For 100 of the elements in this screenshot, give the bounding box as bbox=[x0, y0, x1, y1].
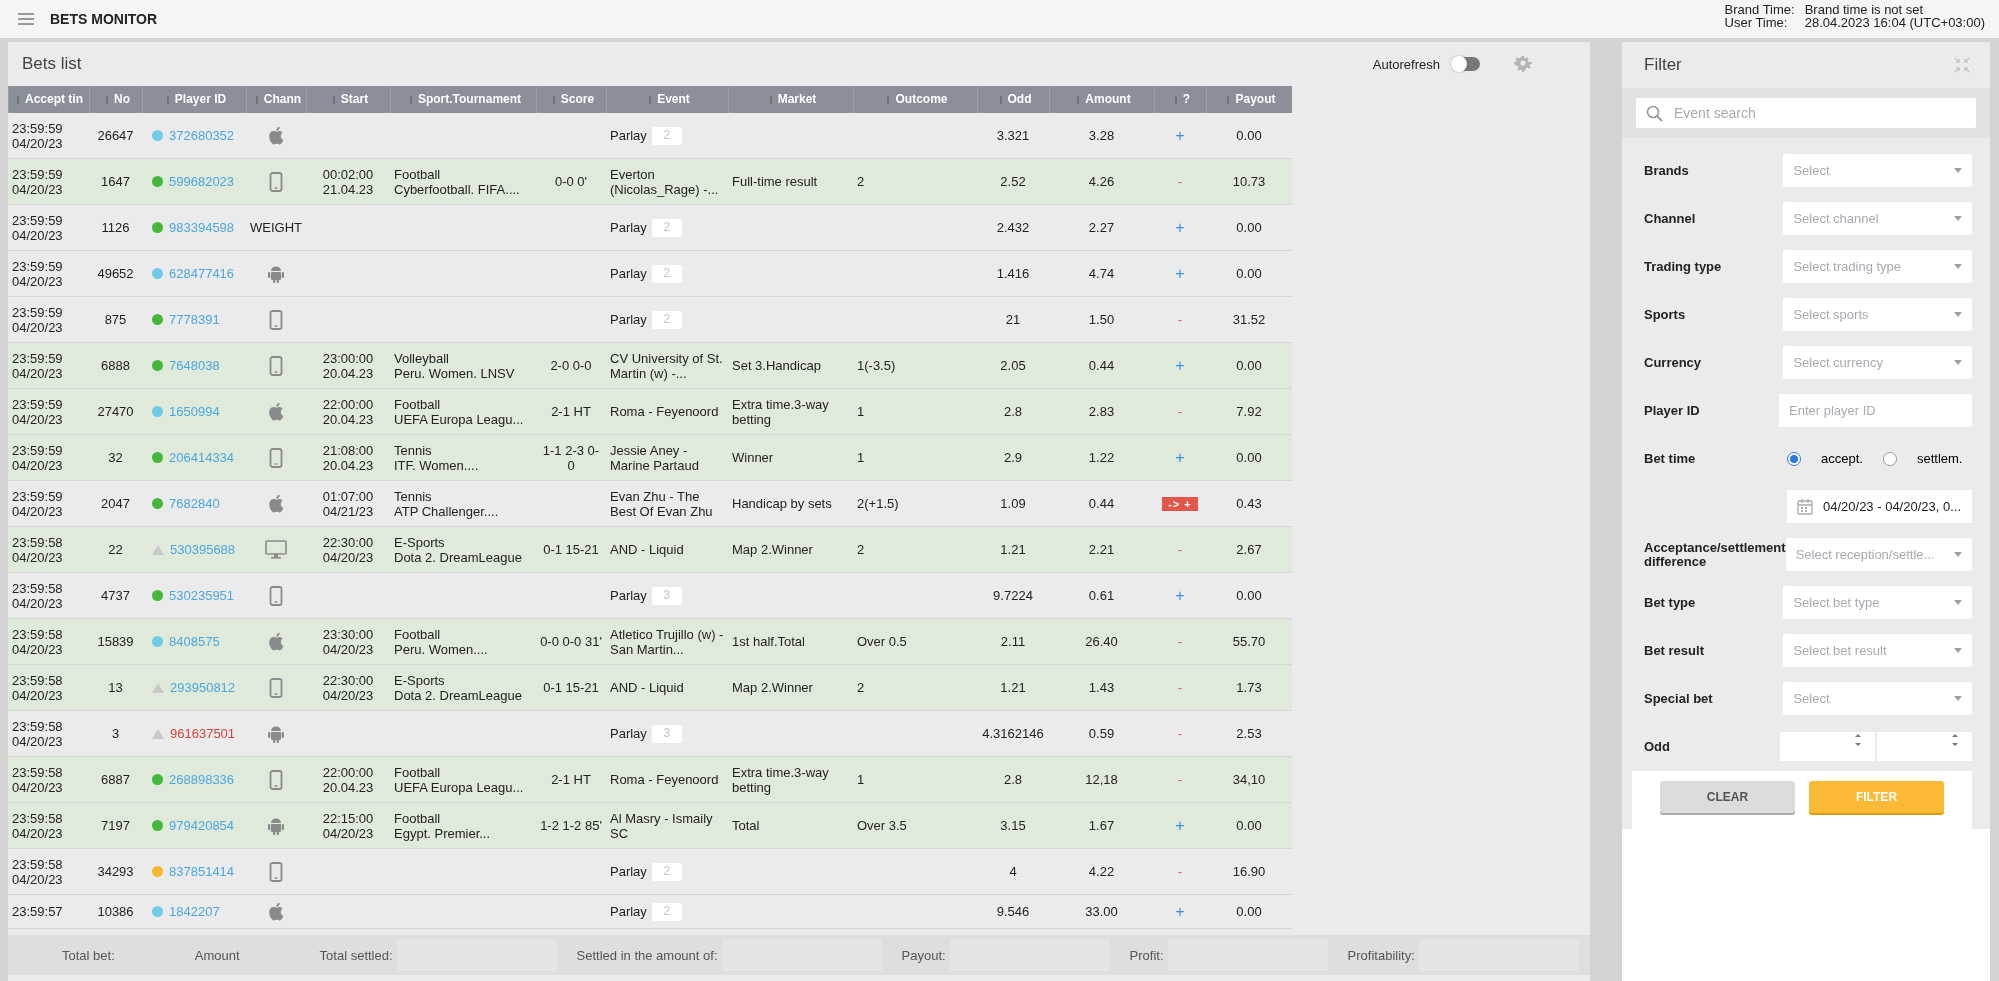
win-result-mark: + bbox=[1175, 902, 1185, 921]
outcome-cell-text: 1(-3.5) bbox=[856, 358, 897, 373]
event-cell: Roma - Feyenoord bbox=[610, 404, 719, 419]
event-cell: Parlay bbox=[610, 904, 647, 919]
field-label: Bet time bbox=[1644, 451, 1697, 466]
summary-label: Payout: bbox=[901, 947, 946, 963]
player-id-link[interactable]: 961637501 bbox=[170, 726, 236, 741]
event-cell: Parlay bbox=[610, 312, 647, 327]
select-dropdown[interactable]: Select bbox=[1783, 154, 1972, 187]
smartphone-icon bbox=[269, 447, 283, 468]
radio-option[interactable]: settlem. bbox=[1882, 451, 1963, 466]
win-result-mark: + bbox=[1175, 126, 1185, 145]
market-cell-text: Map 2.Winner bbox=[731, 542, 814, 557]
payout-cell-text: 0.00 bbox=[1235, 358, 1263, 373]
bet-number-cell-text: 26647 bbox=[96, 128, 135, 143]
player-id-link[interactable]: 7778391 bbox=[169, 312, 220, 327]
accept-time-cell-text: 23:59:58 04/20/23 bbox=[11, 626, 64, 657]
player-id-link[interactable]: 268898336 bbox=[169, 772, 235, 787]
market-cell-text: Extra time.3-way betting bbox=[731, 396, 830, 427]
payout-cell-text: 31.52 bbox=[1231, 312, 1267, 327]
player-id-link[interactable]: 8408575 bbox=[169, 634, 220, 649]
search-field[interactable]: Event search bbox=[1636, 98, 1976, 128]
accept-time-cell-text: 23:59:59 04/20/23 bbox=[11, 258, 64, 289]
payout-cell-text: 10.73 bbox=[1231, 174, 1267, 189]
caret-icon bbox=[1954, 312, 1962, 317]
collapse-icon[interactable] bbox=[1954, 57, 1970, 73]
player-id-link[interactable]: 599682023 bbox=[169, 174, 235, 189]
status-triangle-icon bbox=[152, 728, 164, 739]
sport-tournament-cell-text: Football UEFA Europa Leagu... bbox=[393, 764, 525, 795]
menu-icon[interactable] bbox=[18, 13, 34, 25]
odd-cell-text: 2.9 bbox=[1002, 450, 1024, 465]
apple-icon bbox=[267, 494, 285, 513]
select-dropdown[interactable]: Select trading type bbox=[1783, 250, 1972, 283]
player-id-link[interactable]: 628477416 bbox=[169, 266, 235, 281]
player-id-link[interactable]: 1842207 bbox=[169, 904, 220, 919]
select-dropdown[interactable]: Select channel bbox=[1783, 202, 1972, 235]
select-dropdown[interactable]: Select reception/settle... bbox=[1785, 538, 1972, 571]
parlay-count: 2 bbox=[651, 126, 682, 145]
radio-option[interactable]: accept. bbox=[1787, 451, 1863, 466]
start-time-cell-text: 22:30:00 04/20/23 bbox=[321, 672, 375, 703]
select-dropdown[interactable]: Select currency bbox=[1783, 346, 1972, 379]
odd-cell-text: 2.8 bbox=[1002, 772, 1024, 787]
event-cell-text: Everton (Nicolas_Rage) -... bbox=[610, 166, 720, 197]
player-id-link[interactable]: 293950812 bbox=[170, 680, 236, 695]
changed-result-badge: -> + bbox=[1162, 496, 1198, 511]
bet-number-cell-text: 22 bbox=[107, 542, 124, 557]
filter-button[interactable]: FILTER bbox=[1809, 781, 1944, 813]
payout-cell-text: 0.00 bbox=[1235, 220, 1263, 235]
player-id-link[interactable]: 372680352 bbox=[169, 128, 235, 143]
player-id-link[interactable]: 983394598 bbox=[169, 220, 235, 235]
odd-cell-text: 9.546 bbox=[995, 904, 1031, 919]
summary-label: Amount bbox=[194, 947, 240, 963]
payout-cell-text: 0.00 bbox=[1235, 588, 1263, 603]
clear-button[interactable]: CLEAR bbox=[1660, 781, 1795, 813]
field-label: Channel bbox=[1644, 211, 1697, 226]
player-id-link[interactable]: 530395688 bbox=[170, 542, 236, 557]
player-id-link[interactable]: 979420854 bbox=[169, 818, 235, 833]
amount-cell-text: 4.74 bbox=[1087, 266, 1116, 281]
win-result-mark: + bbox=[1175, 264, 1185, 283]
spinner-arrows-icon[interactable] bbox=[1854, 732, 1862, 748]
user-time-label: User Time: bbox=[1724, 16, 1789, 29]
sport-tournament-cell-text: Volleyball Peru. Women. LNSV bbox=[393, 350, 516, 381]
select-dropdown[interactable]: Select bbox=[1783, 682, 1972, 715]
outcome-cell-text: 2 bbox=[856, 680, 866, 695]
event-cell: AND - Liquid bbox=[610, 542, 684, 557]
market-cell-text: 1st half.Total bbox=[731, 634, 806, 649]
player-id-link[interactable]: 1650994 bbox=[169, 404, 220, 419]
market-cell-text: Total bbox=[731, 818, 761, 833]
amount-cell-text: 2.83 bbox=[1087, 404, 1116, 419]
select-dropdown[interactable]: Select bet type bbox=[1783, 586, 1972, 619]
score-cell-text: 0-1 15-21 bbox=[542, 542, 600, 557]
panel-title: Filter bbox=[1644, 55, 1682, 75]
select-dropdown[interactable]: Select sports bbox=[1783, 298, 1972, 331]
player-id-link[interactable]: 7682840 bbox=[169, 496, 220, 511]
market-cell-text: Extra time.3-way betting bbox=[731, 764, 830, 795]
market-cell-text: Handicap by sets bbox=[731, 496, 833, 511]
player-id-link[interactable]: 530235951 bbox=[169, 588, 235, 603]
date-range-field[interactable]: 04/20/23 - 04/20/23, 0... bbox=[1787, 490, 1972, 523]
bet-number-cell-text: 1647 bbox=[100, 174, 131, 189]
summary-label: Profit: bbox=[1129, 947, 1164, 963]
smartphone-icon bbox=[269, 769, 283, 790]
player-id-link[interactable]: 837851414 bbox=[169, 864, 235, 879]
score-cell-text: 2-0 0-0 bbox=[549, 358, 593, 373]
player-id-link[interactable]: 206414334 bbox=[169, 450, 235, 465]
select-dropdown[interactable]: Select bet result bbox=[1783, 634, 1972, 667]
settings-icon[interactable] bbox=[1514, 55, 1532, 73]
field-label: Sports bbox=[1644, 307, 1687, 322]
bet-number-cell-text: 32 bbox=[107, 450, 124, 465]
spinner-arrows-icon[interactable] bbox=[1951, 732, 1959, 748]
loss-result-mark: - bbox=[1177, 634, 1183, 649]
caret-icon bbox=[1954, 216, 1962, 221]
payout-cell-text: 2.53 bbox=[1235, 726, 1263, 741]
loss-result-mark: - bbox=[1177, 404, 1183, 419]
autorefresh-toggle[interactable] bbox=[1452, 57, 1480, 71]
input-field[interactable]: Enter player ID bbox=[1779, 394, 1972, 427]
player-id-link[interactable]: 7648038 bbox=[169, 358, 220, 373]
market-cell-text: Map 2.Winner bbox=[731, 680, 814, 695]
smartphone-icon bbox=[269, 355, 283, 376]
smartphone-icon bbox=[269, 585, 283, 606]
score-cell-text: 2-1 HT bbox=[550, 772, 592, 787]
